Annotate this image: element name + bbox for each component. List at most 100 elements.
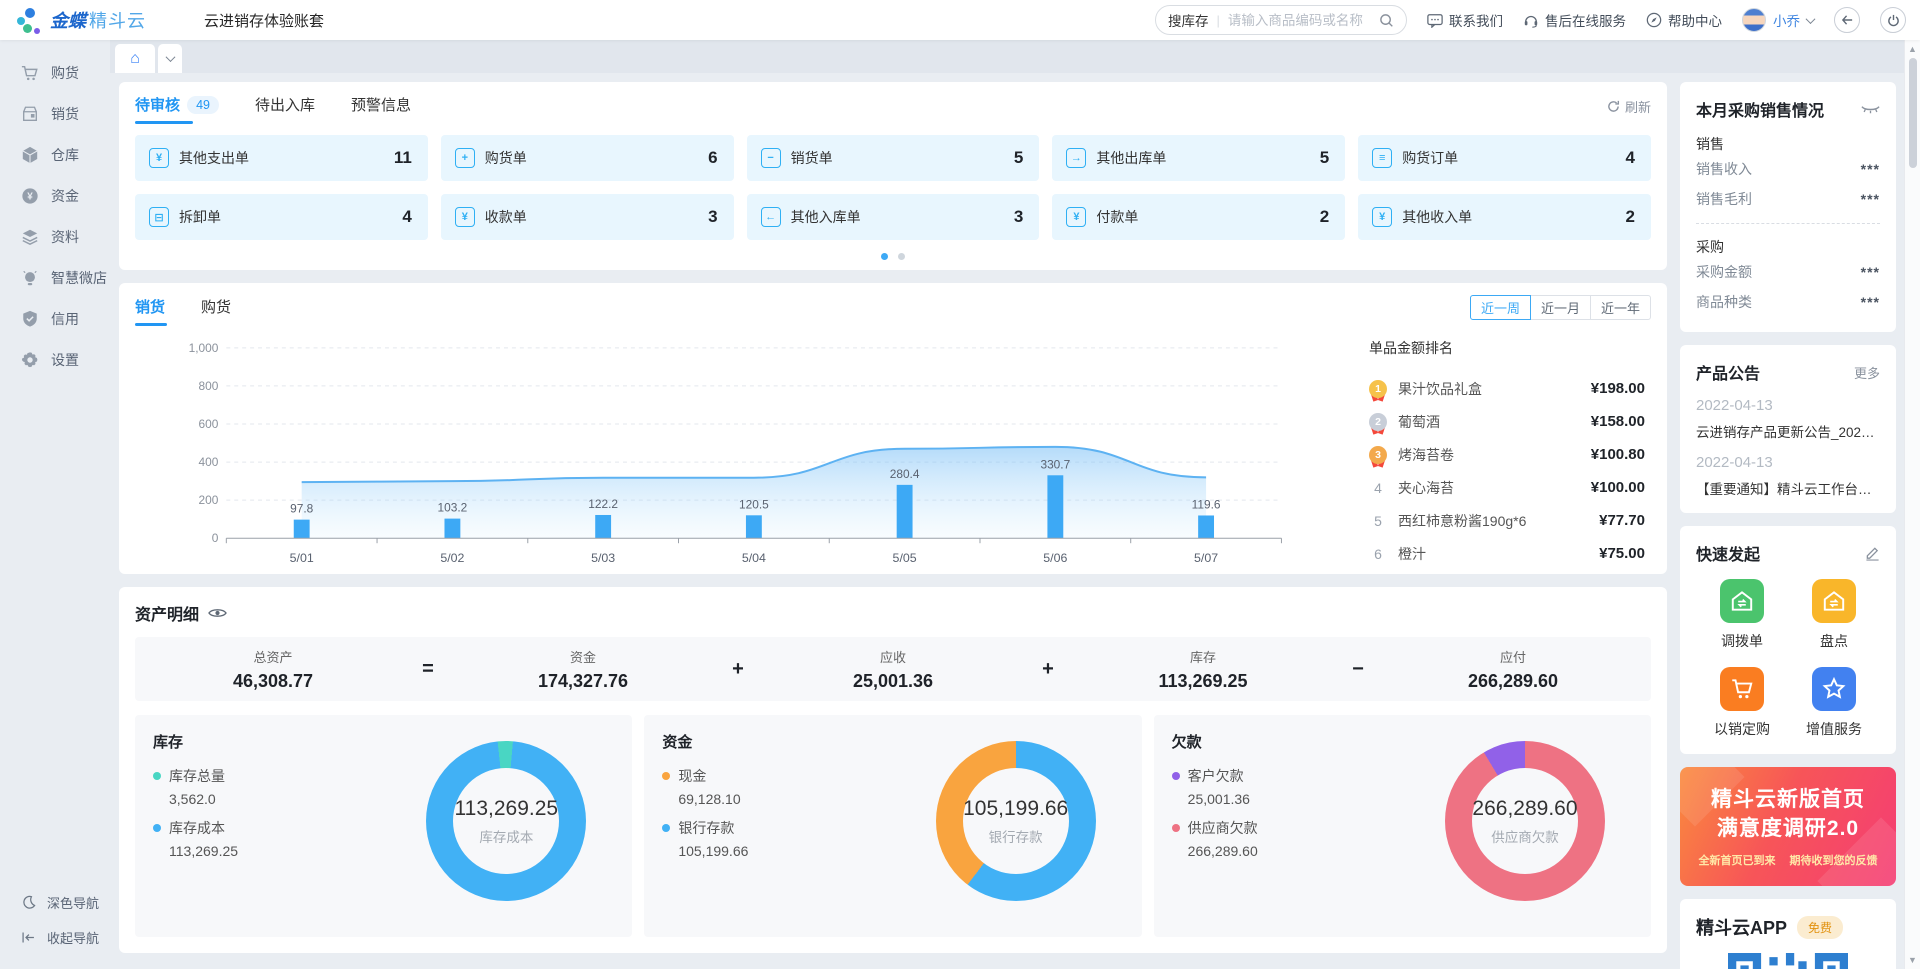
quick-action-purchase-by-sales[interactable]: 以销定购 xyxy=(1714,667,1770,739)
sidebar-item-label: 信用 xyxy=(51,309,79,329)
masked-value: *** xyxy=(1861,294,1880,310)
tab-list-dropdown[interactable] xyxy=(158,44,182,73)
search-icon[interactable] xyxy=(1379,13,1394,28)
tab-pending-in-out[interactable]: 待出入库 xyxy=(255,94,315,124)
svg-text:200: 200 xyxy=(199,493,219,507)
qr-code xyxy=(1728,953,1848,969)
ranking-row[interactable]: 6 橙汁 ¥75.00 xyxy=(1369,537,1645,570)
announcement-item[interactable]: 2022-04-13 【重要通知】精斗云工作台域... xyxy=(1696,454,1880,498)
pending-approval-count-badge: 49 xyxy=(187,96,219,114)
tab-pending-approval[interactable]: 待审核 49 xyxy=(135,94,219,124)
collapse-nav-button[interactable]: 收起导航 xyxy=(0,920,110,955)
account-title: 云进销存体验账套 xyxy=(204,10,324,31)
yen-circle-icon: ¥ xyxy=(21,187,39,205)
sidebar-item-sales[interactable]: 销货 xyxy=(0,93,110,134)
rank-number: 5 xyxy=(1369,513,1387,529)
inventory-search-box[interactable]: 搜库存 | xyxy=(1155,5,1407,35)
logout-button[interactable] xyxy=(1880,7,1906,33)
todo-card-sales-bill[interactable]: − 销货单 5 xyxy=(747,135,1040,181)
scroll-down-arrow[interactable]: ▼ xyxy=(1908,954,1917,966)
legend-dot xyxy=(662,772,670,780)
sidebar-item-label: 智慧微店 xyxy=(51,268,107,288)
gold-medal-icon: 1 xyxy=(1369,380,1387,398)
todo-card-receipt[interactable]: ¥ 收款单 3 xyxy=(441,194,734,240)
tab-sales-trend[interactable]: 销货 xyxy=(135,296,165,326)
sidebar-item-funds[interactable]: ¥ 资金 xyxy=(0,175,110,216)
after-sales-service-link[interactable]: 售后在线服务 xyxy=(1523,10,1626,30)
ranking-row[interactable]: 4 夹心海苔 ¥100.00 xyxy=(1369,471,1645,504)
search-input[interactable] xyxy=(1228,13,1371,28)
help-center-link[interactable]: 帮助中心 xyxy=(1646,10,1722,30)
sidebar-item-settings[interactable]: 设置 xyxy=(0,339,110,380)
todo-card-other-outbound[interactable]: → 其他出库单 5 xyxy=(1052,135,1345,181)
quick-action-transfer-bill[interactable]: 调拨单 xyxy=(1720,579,1764,651)
edit-pencil-icon[interactable] xyxy=(1865,545,1880,561)
announcement-item[interactable]: 2022-04-13 云进销存产品更新公告_20220... xyxy=(1696,397,1880,441)
svg-text:119.6: 119.6 xyxy=(1192,498,1221,512)
receipt-bill-icon: ¥ xyxy=(455,207,475,227)
asset-detail-card: 资产明细 总资产 46,308.77 = 资金 174,32 xyxy=(119,587,1667,953)
sidebar-item-purchase[interactable]: 购货 xyxy=(0,52,110,93)
sidebar-item-warehouse[interactable]: 仓库 xyxy=(0,134,110,175)
sidebar-item-smart-store[interactable]: 智慧微店 xyxy=(0,257,110,298)
user-menu[interactable]: 小乔 xyxy=(1742,8,1814,32)
todo-card-purchase-bill[interactable]: + 购货单 6 xyxy=(441,135,734,181)
svg-text:400: 400 xyxy=(199,455,219,469)
more-link[interactable]: 更多 xyxy=(1854,363,1880,382)
tab-alerts[interactable]: 预警信息 xyxy=(351,94,411,124)
todo-card-other-expense[interactable]: ¥ 其他支出单 11 xyxy=(135,135,428,181)
ranking-row[interactable]: 1 果汁饮品礼盒 ¥198.00 xyxy=(1369,372,1645,405)
collapse-nav-label: 收起导航 xyxy=(47,928,99,947)
svg-text:0: 0 xyxy=(212,531,219,545)
plus-sign: + xyxy=(721,658,755,681)
scroll-up-arrow[interactable]: ▲ xyxy=(1908,43,1917,55)
dark-nav-toggle[interactable]: 深色导航 xyxy=(0,885,110,920)
home-tab[interactable]: ⌂ xyxy=(115,44,155,73)
funds-panel: 资金 现金 69,128.10 银行存款 105,199.66 xyxy=(644,715,1141,937)
ranking-row[interactable]: 2 葡萄酒 ¥158.00 xyxy=(1369,405,1645,438)
sidebar-item-data[interactable]: 资料 xyxy=(0,216,110,257)
quick-action-stocktake[interactable]: 盘点 xyxy=(1812,579,1856,651)
outbound-bill-icon: → xyxy=(1066,148,1086,168)
cart-icon xyxy=(1720,667,1764,711)
todo-overview-card: 待审核 49 待出入库 预警信息 刷新 xyxy=(119,82,1667,270)
masked-value: *** xyxy=(1861,191,1880,207)
main-navigation-sidebar: 购货 销货 仓库 ¥ 资金 资料 智慧微店 信用 设置 xyxy=(0,40,110,969)
scrollbar-thumb[interactable] xyxy=(1909,58,1917,168)
minus-sign: − xyxy=(1341,658,1375,681)
carousel-pagination xyxy=(135,253,1651,260)
purchase-bill-icon: + xyxy=(455,148,475,168)
todo-card-payment[interactable]: ¥ 付款单 2 xyxy=(1052,194,1345,240)
dashed-divider xyxy=(1696,223,1880,224)
eye-hidden-icon[interactable] xyxy=(1861,104,1880,115)
sidebar-item-label: 销货 xyxy=(51,104,79,124)
eye-visible-icon[interactable] xyxy=(208,607,227,619)
range-last-month[interactable]: 近一月 xyxy=(1530,295,1591,320)
range-last-week[interactable]: 近一周 xyxy=(1470,295,1531,320)
contact-us-link[interactable]: 联系我们 xyxy=(1427,10,1503,30)
search-scope-selector[interactable]: 搜库存 xyxy=(1168,10,1209,30)
compass-icon xyxy=(1646,12,1662,28)
help-center-label: 帮助中心 xyxy=(1668,10,1722,30)
pagination-dot-2[interactable] xyxy=(898,253,905,260)
back-button[interactable] xyxy=(1834,7,1860,33)
summary-row: 销售毛利 *** xyxy=(1696,184,1880,214)
todo-card-other-inbound[interactable]: ← 其他入库单 3 xyxy=(747,194,1040,240)
inbound-bill-icon: ← xyxy=(761,207,781,227)
pagination-dot-1[interactable] xyxy=(881,253,888,260)
refresh-button[interactable]: 刷新 xyxy=(1607,97,1651,122)
page-scrollbar[interactable]: ▲ ▼ xyxy=(1904,40,1920,969)
silver-medal-icon: 2 xyxy=(1369,413,1387,431)
tab-label: 购货 xyxy=(201,296,231,317)
inventory-panel: 库存 库存总量 3,562.0 库存成本 113,269.25 xyxy=(135,715,632,937)
survey-banner[interactable]: 精斗云新版首页 满意度调研2.0 全新首页已到来 期待收到您的反馈 xyxy=(1680,767,1896,886)
sidebar-item-credit[interactable]: 信用 xyxy=(0,298,110,339)
ranking-row[interactable]: 5 西红柿意粉酱190g*6 ¥77.70 xyxy=(1369,504,1645,537)
todo-card-other-income[interactable]: ¥ 其他收入单 2 xyxy=(1358,194,1651,240)
todo-card-purchase-order[interactable]: ≡ 购货订单 4 xyxy=(1358,135,1651,181)
quick-action-value-added-service[interactable]: 增值服务 xyxy=(1806,667,1862,739)
range-last-year[interactable]: 近一年 xyxy=(1590,295,1651,320)
todo-card-disassembly[interactable]: ⊟ 拆卸单 4 xyxy=(135,194,428,240)
tab-purchase-trend[interactable]: 购货 xyxy=(201,296,231,326)
ranking-row[interactable]: 3 烤海苔卷 ¥100.80 xyxy=(1369,438,1645,471)
